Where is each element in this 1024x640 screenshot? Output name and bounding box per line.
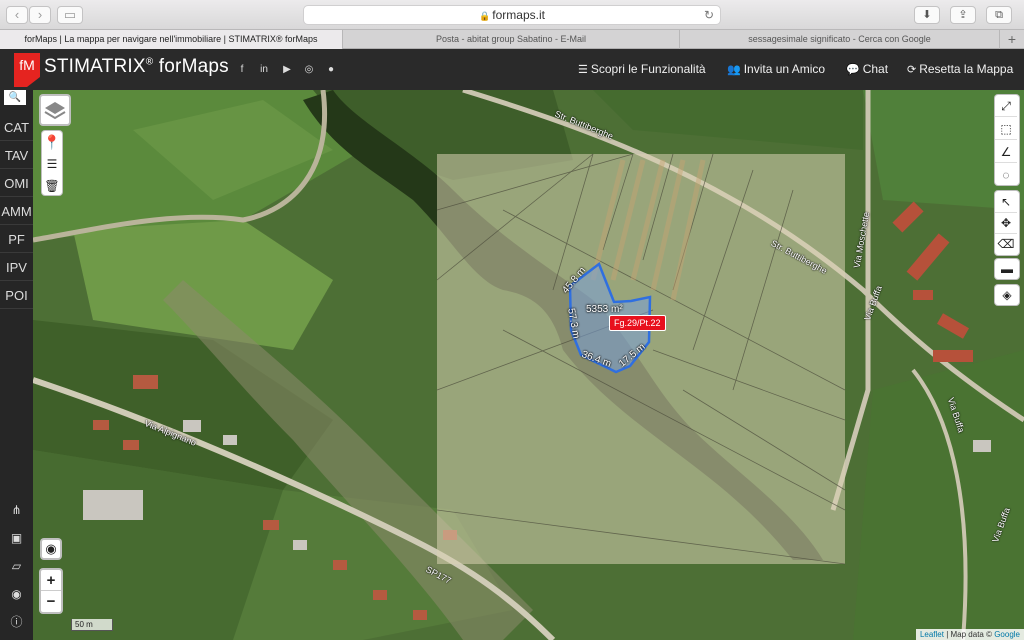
save-icon[interactable]: ▣ (0, 528, 33, 548)
measure-toolbar: ⤢ ⬚ ∠ ◌ (994, 94, 1020, 186)
app-header: fM STIMATRIX® forMaps f in ▶ ◎ ● ☰ Scopri… (0, 49, 1024, 90)
lock-icon: 🔒 (479, 11, 491, 21)
attribution-text: | Map data © (943, 630, 995, 639)
layers-icon (44, 102, 66, 120)
ruler-icon: ▬ (1001, 262, 1013, 276)
side-tab-poi[interactable]: POI (0, 282, 33, 309)
tab-title: forMaps | La mappa per navigare nell'imm… (24, 34, 318, 44)
youtube-icon[interactable]: ▶ (281, 64, 293, 76)
zoom-control: + − (39, 568, 63, 614)
paint-button[interactable]: ◈ (994, 284, 1020, 306)
edit-toolbar: ↖ ✥ ⌫ (994, 190, 1020, 256)
map-toolbar: 📍 ☰ 🗑 (41, 130, 63, 196)
forward-button[interactable]: › (29, 6, 51, 24)
brand-name: STIMATRIX (44, 56, 146, 77)
side-tab-pf[interactable]: PF (0, 226, 33, 253)
area-label: 5353 m² (586, 304, 623, 315)
download-button[interactable]: ⬇ (914, 6, 940, 24)
search-icon[interactable]: 🔍 (4, 90, 26, 105)
reset-label: Resetta la Mappa (919, 62, 1014, 76)
side-tab-amm[interactable]: AMM (0, 198, 33, 225)
paint-bucket-icon: ◈ (1002, 288, 1012, 302)
chat-link[interactable]: 💬 Chat (846, 62, 888, 76)
instagram-icon[interactable]: ◎ (303, 64, 315, 76)
chat-label: Chat (862, 62, 889, 76)
sidebar-toggle-button[interactable]: ▭ (57, 6, 83, 24)
tabs-overview-button[interactable]: ⧉ (986, 6, 1012, 24)
measure-line-icon[interactable]: ⤢ (995, 95, 1017, 117)
logo[interactable]: fM (14, 53, 40, 77)
browser-tab-search[interactable]: sessagesimale significato - Cerca con Go… (680, 30, 1000, 49)
info-icon[interactable]: ⓘ (0, 612, 33, 632)
back-button[interactable]: ‹ (6, 6, 28, 24)
attribution: Leaflet | Map data © Google (915, 629, 1024, 640)
reset-map-link[interactable]: ⟳ Resetta la Mappa (907, 62, 1013, 76)
brand-suffix: forMaps (153, 56, 229, 77)
parcel-label[interactable]: Fg.29/Pt.22 (609, 315, 666, 331)
users-icon: 👥 (727, 64, 741, 76)
side-tab-cat[interactable]: CAT (0, 114, 33, 141)
google-link[interactable]: Google (994, 630, 1020, 639)
browser-tab-mail[interactable]: Posta - abitat group Sabatino - E-Mail (343, 30, 680, 49)
zoom-in-button[interactable]: + (41, 570, 61, 591)
side-tab-tav[interactable]: TAV (0, 142, 33, 169)
map-view[interactable]: Str. Buttiberghe Str. Buttiberghe Via Mo… (33, 90, 1024, 640)
leaflet-link[interactable]: Leaflet (920, 630, 944, 639)
globe-icon[interactable]: ● (325, 64, 337, 76)
refresh-icon: ⟳ (907, 64, 917, 76)
circle-icon[interactable]: ◌ (995, 164, 1017, 186)
folder-icon[interactable]: ▱ (0, 556, 33, 576)
locate-button[interactable]: ◉ (40, 538, 62, 560)
url-text: formaps.it (492, 8, 545, 22)
pointer-icon[interactable]: ↖ (995, 191, 1017, 213)
reload-icon[interactable]: ↻ (704, 6, 714, 25)
target-icon: ◉ (45, 541, 57, 556)
share-button[interactable]: ⇪ (950, 6, 976, 24)
move-icon[interactable]: ✥ (995, 212, 1017, 234)
eraser-icon[interactable]: ⌫ (995, 233, 1017, 255)
brand-title: STIMATRIX® forMaps (44, 56, 229, 78)
share-icon[interactable]: ⋔ (0, 500, 33, 520)
list-icon[interactable]: ☰ (42, 153, 62, 175)
zoom-out-button[interactable]: − (41, 591, 61, 612)
side-tab-omi[interactable]: OMI (0, 170, 33, 197)
linkedin-icon[interactable]: in (258, 64, 270, 76)
list-icon: ☰ (578, 64, 588, 76)
features-link[interactable]: ☰ Scopri le Funzionalità (578, 62, 706, 76)
scale-bar: 50 m (71, 619, 113, 631)
angle-icon[interactable]: ∠ (995, 141, 1017, 163)
invite-link[interactable]: 👥 Invita un Amico (727, 62, 825, 76)
ruler-button[interactable]: ▬ (994, 258, 1020, 280)
chat-icon: 💬 (846, 64, 860, 76)
invite-label: Invita un Amico (743, 62, 826, 76)
tab-title: sessagesimale significato - Cerca con Go… (748, 34, 931, 44)
tab-bar: forMaps | La mappa per navigare nell'imm… (0, 30, 1024, 49)
facebook-icon[interactable]: f (236, 64, 248, 76)
url-bar[interactable]: 🔒 formaps.it ↻ (303, 5, 721, 25)
layers-button[interactable] (39, 94, 71, 126)
features-label: Scopri le Funzionalità (590, 62, 706, 76)
new-tab-button[interactable]: + (1008, 30, 1016, 48)
logo-shape (14, 77, 40, 87)
satellite-imagery (33, 90, 1024, 640)
eye-icon[interactable]: ◉ (0, 584, 33, 604)
trash-icon[interactable]: 🗑 (42, 175, 62, 197)
left-panel: 🔍 CAT TAV OMI AMM PF IPV POI ⋔ ▣ ▱ ◉ ⓘ (0, 90, 33, 640)
browser-tab-formaps[interactable]: forMaps | La mappa per navigare nell'imm… (0, 30, 343, 49)
tab-title: Posta - abitat group Sabatino - E-Mail (435, 34, 587, 44)
marker-icon[interactable]: 📍 (42, 131, 62, 153)
browser-chrome: ‹ › ▭ 🔒 formaps.it ↻ ⬇ ⇪ ⧉ (0, 0, 1024, 30)
side-tab-ipv[interactable]: IPV (0, 254, 33, 281)
measure-area-icon[interactable]: ⬚ (995, 118, 1017, 140)
